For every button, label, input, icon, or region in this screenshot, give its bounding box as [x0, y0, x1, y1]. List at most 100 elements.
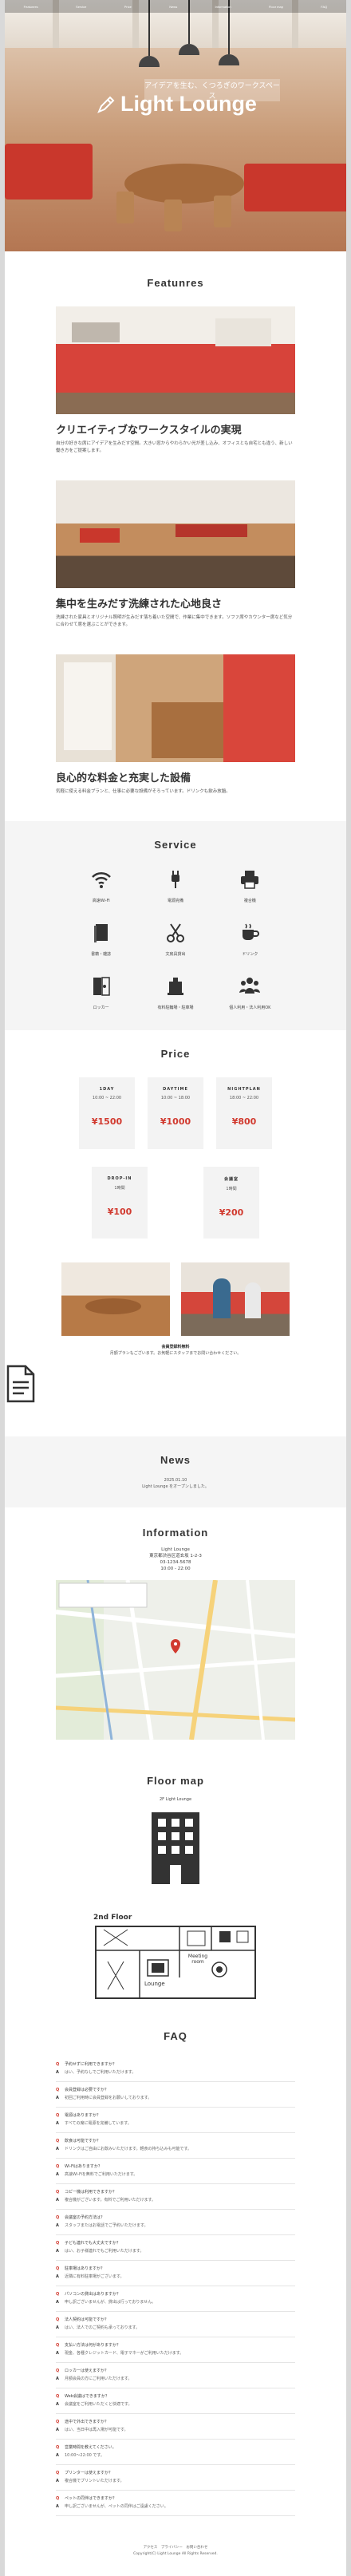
faq-question: Q コピー機は利用できますか？ [56, 2190, 295, 2195]
faq-item[interactable]: Q 会員登録は必要ですか？ A 初回ご利用時に会員登録をお願いしております。 [56, 2082, 295, 2108]
features-section: Featunres クリエイティブなワークスタイルの実現 自分の好きな席にアイデ… [5, 251, 346, 796]
faq-item[interactable]: Q 営業時間を教えてください。 A 10:00～22:00 です。 [56, 2440, 295, 2465]
map-embed[interactable] [56, 1580, 295, 1740]
question-mark-icon: Q [56, 2139, 60, 2143]
feature-title: 集中を生みだす洗練された心地良さ [56, 598, 223, 610]
faq-item[interactable]: Q 子ども連れでも大丈夫ですか？ A はい、お子様連れでもご利用いただけます。 [56, 2235, 295, 2261]
answer-mark-icon: A [56, 2096, 59, 2100]
nav-item[interactable]: FAQ [321, 5, 327, 9]
service-item: 電源完備 [138, 868, 212, 904]
answer-mark-icon: A [56, 2274, 59, 2279]
floor-plan: 2nd Floor Lounge Meeting room [92, 1914, 259, 2001]
faq-answer-text: 複合機がございます。有料でご利用いただけます。 [65, 2198, 156, 2203]
faq-item[interactable]: Q Web会議はできますか？ A 会議室をご利用いただくと快適です。 [56, 2388, 295, 2414]
service-item: 複合機 [213, 868, 287, 904]
faq-answer: A 申し訳ございませんが、貸出は行っておりません。 [56, 2300, 295, 2305]
faq-item[interactable]: Q コピー機は利用できますか？ A 複合機がございます。有料でご利用いただけます。 [56, 2184, 295, 2210]
answer-mark-icon: A [56, 2453, 59, 2458]
faq-answer-text: 現金、各種クレジットカード、電子マネーがご利用いただけます。 [65, 2351, 184, 2356]
workers-photo [181, 1262, 290, 1336]
question-mark-icon: Q [56, 2088, 60, 2092]
faq-item[interactable]: Q 法人契約は可能ですか？ A はい、法人でのご契約も承っております。 [56, 2312, 295, 2337]
faq-item[interactable]: Q 駐車場はありますか？ A 近隣に有料駐車場がございます。 [56, 2261, 295, 2286]
service-item: ロッカー [64, 975, 138, 1011]
answer-mark-icon: A [56, 2402, 59, 2407]
faq-answer-text: 月額会員の方にご利用いただけます。 [65, 2376, 132, 2381]
person [245, 1282, 261, 1318]
nav-item[interactable]: News [169, 5, 177, 9]
faq-question-text: 電源はありますか？ [65, 2113, 101, 2118]
feature-item: 集中を生みだす洗練された心地良さ 洗練された家具とオリジナル照明が生みだす落ち着… [56, 480, 295, 629]
nav-item[interactable]: Price [124, 5, 132, 9]
faq-question: Q 電源はありますか？ [56, 2113, 295, 2119]
wooden-floor [152, 702, 223, 758]
question-mark-icon: Q [56, 2496, 60, 2501]
people-icon [239, 978, 261, 994]
faq-item[interactable]: Q 支払い方法は何がありますか？ A 現金、各種クレジットカード、電子マネーがご利用い… [56, 2337, 295, 2363]
faq-answer-text: すべての席に電源を完備しています。 [65, 2121, 132, 2126]
service-item: 個人利用・法人利用OK [213, 975, 287, 1011]
chair [164, 200, 182, 231]
answer-mark-icon: A [56, 2147, 59, 2151]
question-mark-icon: Q [56, 2445, 60, 2450]
nav-item[interactable]: Featunres [24, 5, 38, 9]
faq-question-text: ペットの同伴はできますか？ [65, 2496, 117, 2501]
faq-item[interactable]: Q 予約せずに利用できますか？ A はい、予約なしでご利用いただけます。 [56, 2056, 295, 2082]
faq-item[interactable]: Q ロッカーは使えますか？ A 月額会員の方にご利用いただけます。 [56, 2363, 295, 2388]
faq-question: Q Wi-Fiはありますか？ [56, 2164, 295, 2170]
lounge-photo [61, 1262, 170, 1336]
faq-item[interactable]: Q 飲食は可能ですか？ A ドリンクはご自由にお飲みいただけます。軽食の持ち込みも可能… [56, 2133, 295, 2159]
nav-item[interactable]: Service [76, 5, 86, 9]
faq-item[interactable]: Q プリンターは使えますか？ A 複合機でプリントいただけます。 [56, 2465, 295, 2491]
faq-item[interactable]: Q 電源はありますか？ A すべての席に電源を完備しています。 [56, 2108, 295, 2133]
feature-title: 良心的な料金と充実した設備 [56, 772, 191, 784]
footer-links[interactable]: アクセス プライバシー お問い合わせ [5, 2545, 346, 2551]
feature-text: 洗練された家具とオリジナル照明が生みだす落ち着いた空間で、作業に集中できます。ソ… [56, 615, 293, 627]
features-title: Featunres [147, 277, 204, 289]
price-plan-row: 1DAY 10:00 ~ 22:00 ¥1500 DAYTIME 10:00 ~… [5, 1077, 346, 1149]
faq-item[interactable]: Q Wi-Fiはありますか？ A 高速Wi-Fiを無料でご利用いただけます。 [56, 2159, 295, 2184]
faq-question: Q 予約せずに利用できますか？ [56, 2062, 295, 2068]
plan-name: DROP-IN [107, 1176, 132, 1181]
faq-item[interactable]: Q 会議室の予約方法は？ A スタッフまたはお電話でご予約いただけます。 [56, 2210, 295, 2235]
faq-list: Q 予約せずに利用できますか？ A はい、予約なしでご利用いただけます。 Q 会員登録は必… [56, 2056, 295, 2516]
service-item: 書籍・雑誌 [64, 922, 138, 958]
faq-question-text: 会議室の予約方法は？ [65, 2215, 105, 2220]
service-label: 文房具貸出 [165, 952, 186, 957]
price-card: DROP-IN 1時間 ¥100 [92, 1167, 148, 1239]
nav-item[interactable]: Floor map [269, 5, 283, 9]
coffee-icon [243, 923, 260, 940]
news-text: Light Lounge をオープンしました。 [142, 1484, 209, 1489]
faq-question: Q 途中で外出できますか？ [56, 2420, 295, 2425]
lamp-shade [219, 54, 239, 65]
venue-address: 東京都渋谷区道玄坂 1-2-3 [149, 1554, 202, 1559]
question-mark-icon: Q [56, 2420, 60, 2424]
faq-question-text: 子ども連れでも大丈夫ですか？ [65, 2241, 120, 2246]
question-mark-icon: Q [56, 2113, 60, 2118]
feature-text: 気軽に使える料金プランと、仕事に必要な設備がそろっています。ドリンクも飲み放題。 [56, 789, 231, 794]
feature-item: 良心的な料金と充実した設備 気軽に使える料金プランと、仕事に必要な設備がそろって… [56, 654, 295, 796]
chair [214, 196, 231, 227]
plan-price: ¥1000 [160, 1116, 191, 1127]
nav-item[interactable]: Information [215, 5, 231, 9]
faq-question: Q Web会議はできますか？ [56, 2394, 295, 2400]
question-mark-icon: Q [56, 2164, 60, 2169]
faq-question-text: 飲食は可能ですか？ [65, 2139, 101, 2143]
answer-mark-icon: A [56, 2351, 59, 2356]
faq-item[interactable]: Q ペットの同伴はできますか？ A 申し訳ございませんが、ペットの同伴はご遠慮ください… [56, 2491, 295, 2516]
faq-answer-text: 複合機でプリントいただけます。 [65, 2479, 124, 2483]
faq-answer-text: はい、法人でのご契約も承っております。 [65, 2325, 140, 2330]
plan-time: 18:00 ~ 22:00 [229, 1096, 259, 1100]
faq-answer-text: 近隣に有料駐車場がございます。 [65, 2274, 124, 2279]
faq-question-text: Web会議はできますか？ [65, 2394, 109, 2399]
news-entry[interactable]: 2025.01.10 Light Lounge をオープンしました。 [5, 1477, 346, 1490]
faq-item[interactable]: Q 途中で外出できますか？ A はい、当日中は再入場が可能です。 [56, 2414, 295, 2440]
information-address: Light Lounge 東京都渋谷区道玄坂 1-2-3 03-1234-567… [5, 1547, 346, 1572]
service-item: 高速Wi-Fi [64, 868, 138, 904]
faq-question: Q 営業時間を教えてください。 [56, 2445, 295, 2451]
document-icon[interactable] [5, 1365, 37, 1403]
price-note-text: 月額プランもございます。お気軽にスタッフまでお問い合わせください。 [109, 1351, 242, 1356]
faq-item[interactable]: Q パソコンの貸出はありますか？ A 申し訳ございませんが、貸出は行っておりません。 [56, 2286, 295, 2312]
faq-question-text: Wi-Fiはありますか？ [65, 2164, 102, 2169]
faq-question: Q 会員登録は必要ですか？ [56, 2088, 295, 2093]
